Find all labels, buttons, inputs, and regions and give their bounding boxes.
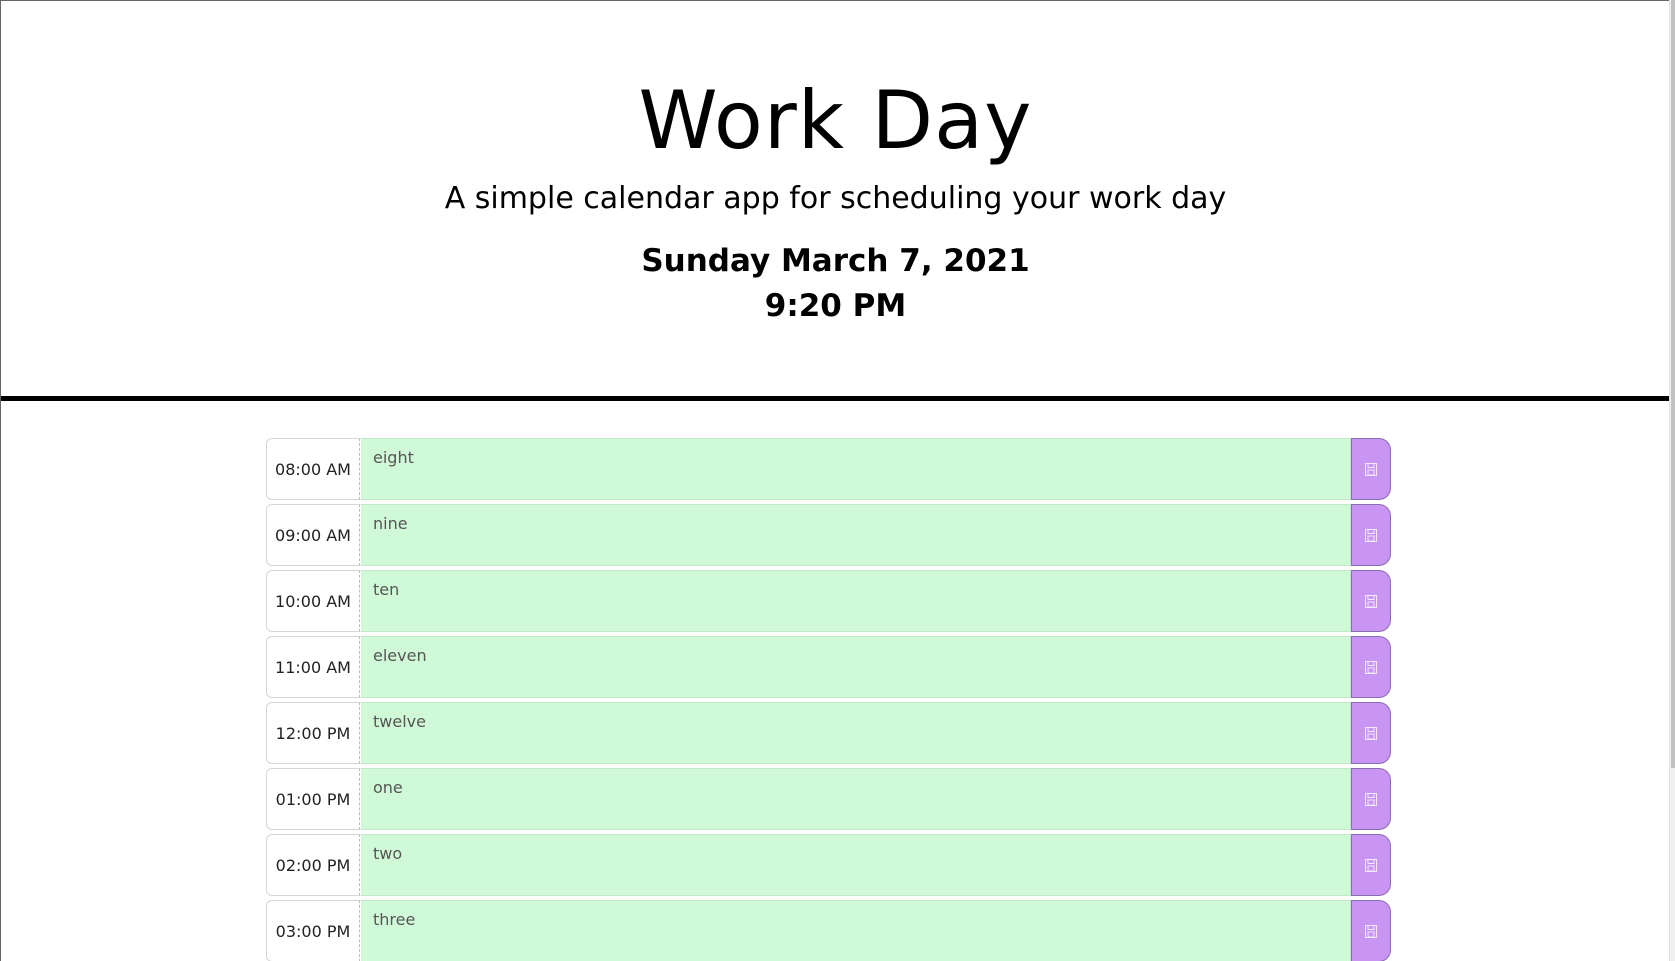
vertical-scrollbar[interactable] xyxy=(1669,0,1675,961)
header: Work Day A simple calendar app for sched… xyxy=(1,1,1670,401)
schedule-container: 08:00 AM eight 09:00 AM nine 10:00 AM te… xyxy=(266,438,1391,961)
save-button[interactable] xyxy=(1351,768,1391,830)
event-description-input[interactable]: eleven xyxy=(360,636,1351,698)
save-button[interactable] xyxy=(1351,636,1391,698)
floppy-disk-icon xyxy=(1365,594,1377,608)
time-block: 12:00 PM twelve xyxy=(266,702,1391,764)
event-description-input[interactable]: eight xyxy=(360,438,1351,500)
event-description-input[interactable]: nine xyxy=(360,504,1351,566)
hour-label: 11:00 AM xyxy=(266,636,360,698)
save-button[interactable] xyxy=(1351,702,1391,764)
hour-label: 12:00 PM xyxy=(266,702,360,764)
page-title: Work Day xyxy=(638,74,1033,167)
scrollbar-thumb[interactable] xyxy=(1671,0,1675,768)
time-block: 01:00 PM one xyxy=(266,768,1391,830)
page: Work Day A simple calendar app for sched… xyxy=(0,0,1670,961)
floppy-disk-icon xyxy=(1365,660,1377,674)
time-block: 11:00 AM eleven xyxy=(266,636,1391,698)
event-description-input[interactable]: two xyxy=(360,834,1351,896)
event-description-input[interactable]: one xyxy=(360,768,1351,830)
hour-label: 08:00 AM xyxy=(266,438,360,500)
time-block: 03:00 PM three xyxy=(266,900,1391,961)
floppy-disk-icon xyxy=(1365,858,1377,872)
current-date: Sunday March 7, 2021 xyxy=(641,243,1030,279)
time-block: 09:00 AM nine xyxy=(266,504,1391,566)
floppy-disk-icon xyxy=(1365,792,1377,806)
time-block: 10:00 AM ten xyxy=(266,570,1391,632)
floppy-disk-icon xyxy=(1365,528,1377,542)
event-description-input[interactable]: twelve xyxy=(360,702,1351,764)
page-subtitle: A simple calendar app for scheduling you… xyxy=(444,181,1227,216)
floppy-disk-icon xyxy=(1365,924,1377,938)
save-button[interactable] xyxy=(1351,900,1391,961)
save-button[interactable] xyxy=(1351,570,1391,632)
current-time: 9:20 PM xyxy=(764,288,907,324)
time-block: 08:00 AM eight xyxy=(266,438,1391,500)
floppy-disk-icon xyxy=(1365,462,1377,476)
hour-label: 10:00 AM xyxy=(266,570,360,632)
hour-label: 03:00 PM xyxy=(266,900,360,961)
hour-label: 02:00 PM xyxy=(266,834,360,896)
save-button[interactable] xyxy=(1351,834,1391,896)
hour-label: 01:00 PM xyxy=(266,768,360,830)
hour-label: 09:00 AM xyxy=(266,504,360,566)
save-button[interactable] xyxy=(1351,438,1391,500)
event-description-input[interactable]: three xyxy=(360,900,1351,961)
save-button[interactable] xyxy=(1351,504,1391,566)
event-description-input[interactable]: ten xyxy=(360,570,1351,632)
floppy-disk-icon xyxy=(1365,726,1377,740)
time-block: 02:00 PM two xyxy=(266,834,1391,896)
